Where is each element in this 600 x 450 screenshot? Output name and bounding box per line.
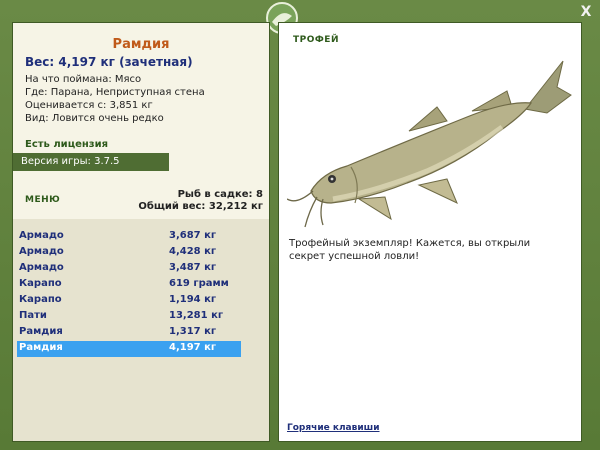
catch-name: Пати	[19, 310, 47, 321]
catch-weight: 1,194 кг	[169, 294, 217, 305]
catch-weight: 4,197 кг	[169, 342, 217, 353]
hotkeys-link[interactable]: Горячие клавиши	[287, 423, 380, 433]
catch-weight: 3,687 кг	[169, 230, 217, 241]
catfish-image	[287, 60, 572, 228]
catch-weight: 4,428 кг	[169, 246, 217, 257]
catch-name: Рамдия	[19, 326, 63, 337]
catch-row[interactable]: Армадо 3,487 кг	[17, 261, 241, 277]
catch-list: Армадо 3,687 кг Армадо 4,428 кг Армадо 3…	[13, 219, 269, 441]
location-line: Где: Парана, Неприступная стена	[25, 87, 205, 98]
catch-weight: 3,487 кг	[169, 262, 217, 273]
trophy-message: Трофейный экземпляр! Кажется, вы открыли…	[289, 238, 531, 262]
rating-line: Оценивается с: 3,851 кг	[25, 100, 153, 111]
catch-row[interactable]: Карапо 1,194 кг	[17, 293, 241, 309]
menu-button[interactable]: МЕНЮ	[25, 195, 60, 205]
catch-row[interactable]: Пати 13,281 кг	[17, 309, 241, 325]
close-button[interactable]: X	[578, 4, 594, 20]
keepnet-total: Общий вес: 32,212 кг	[138, 201, 263, 212]
trophy-label: ТРОФЕЙ	[293, 35, 339, 45]
version-bar: Версия игры: 3.7.5	[13, 153, 169, 171]
keepnet-summary: Рыб в садке: 8 Общий вес: 32,212 кг	[138, 189, 263, 213]
catch-weight: 1,317 кг	[169, 326, 217, 337]
catch-name: Армадо	[19, 246, 64, 257]
catch-name: Рамдия	[19, 342, 63, 353]
catch-row[interactable]: Рамдия 1,317 кг	[17, 325, 241, 341]
keepnet-count: Рыб в садке: 8	[177, 189, 263, 200]
catch-row[interactable]: Армадо 3,687 кг	[17, 229, 241, 245]
fish-info-panel: Рамдия Вес: 4,197 кг (зачетная) На что п…	[12, 22, 270, 442]
fish-title: Рамдия	[112, 37, 170, 52]
trophy-panel: ТРОФЕЙ Трофейный экземпляр! Кажется, вы …	[278, 22, 582, 442]
rarity-line: Вид: Ловится очень редко	[25, 113, 164, 124]
fish-details: На что поймана: Мясо Где: Парана, Неприс…	[25, 73, 205, 125]
license-status: Есть лицензия	[25, 139, 109, 150]
catch-name: Карапо	[19, 278, 62, 289]
fish-weight: Вес: 4,197 кг (зачетная)	[25, 55, 193, 69]
catch-name: Армадо	[19, 262, 64, 273]
bait-line: На что поймана: Мясо	[25, 74, 142, 85]
catch-row[interactable]: Карапо 619 грамм	[17, 277, 241, 293]
catch-weight: 619 грамм	[169, 278, 229, 289]
catch-name: Армадо	[19, 230, 64, 241]
catch-weight: 13,281 кг	[169, 310, 224, 321]
catch-name: Карапо	[19, 294, 62, 305]
catch-row[interactable]: Армадо 4,428 кг	[17, 245, 241, 261]
catch-row-selected[interactable]: Рамдия 4,197 кг	[17, 341, 241, 357]
